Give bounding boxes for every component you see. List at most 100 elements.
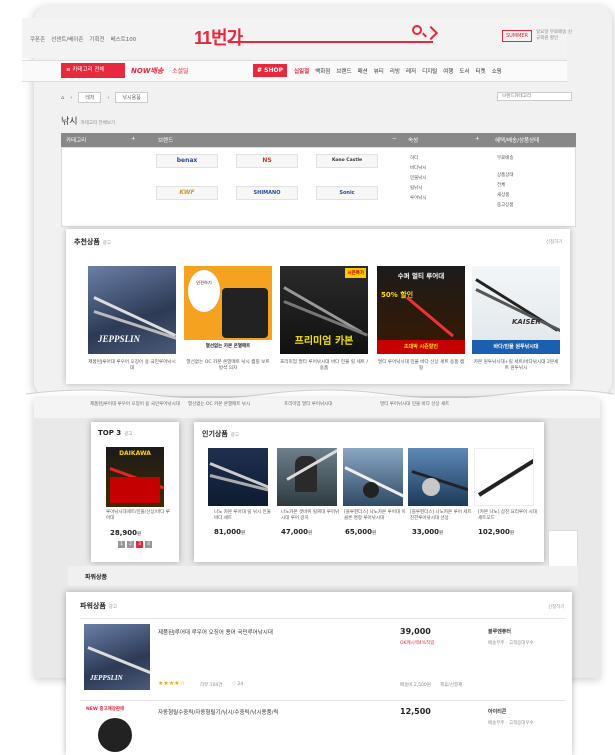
product-name[interactable]: 나노 카본 루어대 릴 낚시 민물 바다 세트 bbox=[214, 510, 276, 522]
attr-option[interactable]: 민물낚시 bbox=[410, 175, 427, 181]
nav-item[interactable]: 티켓 bbox=[476, 67, 486, 75]
nav-item[interactable]: 브랜드 bbox=[336, 67, 351, 75]
strip-product-name[interactable]: 프리미엄 멀티 루어낚시대 bbox=[284, 401, 332, 407]
nav-item[interactable]: 리빙 bbox=[390, 67, 400, 75]
product-image[interactable]: NEW 중고매장판매 bbox=[84, 704, 150, 755]
breadcrumb-level2[interactable]: 낚시용품 bbox=[115, 92, 148, 103]
brand-category-select[interactable]: 브랜드카테고리 bbox=[497, 92, 572, 101]
like-count[interactable]: ♡ 24 bbox=[232, 682, 243, 687]
page-subtitle[interactable]: 카테고리 전체보기 bbox=[81, 121, 116, 126]
filter-col-category[interactable]: 카테고리 bbox=[66, 136, 86, 144]
page-button[interactable]: 4 bbox=[145, 541, 152, 548]
product-image[interactable] bbox=[208, 448, 268, 506]
nav-item[interactable]: 십일절 bbox=[294, 67, 309, 75]
nav-item[interactable]: 레저 bbox=[406, 67, 416, 75]
nav-item[interactable]: 뷰티 bbox=[374, 67, 384, 75]
product-image[interactable]: DAIKAWA bbox=[106, 447, 164, 507]
strip-product-name[interactable]: 열선없는 OC 카본 온열매트 낚시 bbox=[188, 401, 250, 407]
currency: 원 bbox=[372, 531, 377, 536]
page-button[interactable]: 2 bbox=[127, 541, 134, 548]
benefit-option[interactable]: 무료배송 bbox=[497, 155, 514, 161]
product-image[interactable]: JEPPSLIN bbox=[84, 624, 150, 690]
ad-label: 광고 bbox=[230, 433, 240, 438]
recommended-title: 추천상품 광고 bbox=[74, 237, 111, 247]
brand-logo[interactable]: NS bbox=[236, 154, 298, 168]
social-deal-link[interactable]: 소셜딜 bbox=[172, 66, 189, 75]
apply-link[interactable]: 신청하기 bbox=[548, 604, 565, 610]
product-name[interactable]: 카본 원투낚시대+릴 세트/바다낚시대 2본세트 원투낚시 bbox=[472, 360, 560, 372]
brand-logo[interactable]: Sonic bbox=[316, 186, 378, 200]
product-image[interactable] bbox=[474, 448, 534, 506]
category-all-button[interactable]: ≡ 카테고리 전체 bbox=[61, 63, 125, 78]
brand-logo[interactable]: benax bbox=[156, 154, 218, 168]
nav-item[interactable]: 도서 bbox=[459, 67, 469, 75]
product-image[interactable]: 수퍼 멀티 루어대 50% 할인 초대박 시즌할인 bbox=[377, 266, 465, 354]
product-image[interactable]: KAISER 바다/민물 원투낚시대 bbox=[472, 266, 560, 354]
benefit-option[interactable]: 중고상품 bbox=[497, 202, 514, 208]
header-badge[interactable]: SUMMER bbox=[502, 30, 532, 42]
breadcrumb-sep: › bbox=[70, 94, 73, 101]
apply-link[interactable]: 신청하기 bbox=[546, 239, 563, 245]
search-input[interactable] bbox=[228, 33, 433, 43]
filter-add-icon[interactable]: + bbox=[475, 136, 480, 142]
product-name[interactable]: 루어낚시대세트/민물/선상/바다 루어대 bbox=[106, 510, 170, 522]
filter-col-benefit[interactable]: 혜택/배송/상품상태 bbox=[495, 136, 539, 144]
strip-product-name[interactable]: 제품된J루어대 루우어 오징어 용 국민루어낚시대 bbox=[90, 401, 180, 407]
nav-item[interactable]: 여행 bbox=[443, 67, 453, 75]
header-link[interactable]: 베스트100 bbox=[111, 35, 137, 43]
product-image[interactable] bbox=[277, 448, 337, 506]
filter-col-brand[interactable]: 브랜드 bbox=[158, 136, 173, 144]
header-link[interactable]: 선센트/베이존 bbox=[51, 35, 83, 43]
nav-item[interactable]: 백화점 bbox=[315, 67, 330, 75]
brand-logo[interactable]: SHIMANO bbox=[236, 186, 298, 200]
breadcrumb-level1[interactable]: 레저 bbox=[78, 92, 102, 103]
filter-add-icon[interactable]: + bbox=[131, 136, 136, 142]
product-image[interactable]: JEPPSLIN bbox=[88, 266, 176, 354]
home-icon[interactable]: ⌂ bbox=[61, 95, 64, 101]
search-icon[interactable] bbox=[412, 25, 422, 35]
product-name[interactable]: 멀티 루어낚시대 민물 바다 선상 세트 용품 캠핑 bbox=[377, 360, 465, 372]
nav-item[interactable]: 디지털 bbox=[422, 67, 437, 75]
page-title-text: 낚시 bbox=[61, 117, 78, 127]
product-name[interactable]: 자동형릴수중릭/자동형릴기/낚시/수중릭/낚시용품/릭 bbox=[158, 708, 279, 716]
product-name[interactable]: [블루펀더스] 나노카본 루어대 이클론 명랑 루어낚시대 bbox=[344, 510, 406, 522]
attr-option[interactable]: 하다 bbox=[410, 155, 418, 161]
product-image[interactable] bbox=[408, 448, 468, 506]
nav-item[interactable]: 쇼핑 bbox=[492, 67, 502, 75]
header-link[interactable]: 기획전 bbox=[89, 35, 104, 43]
attr-option[interactable]: 바다낚시 bbox=[410, 165, 427, 171]
product-image[interactable]: 시즌특가 프리미엄 카본 bbox=[280, 266, 368, 354]
shop-button[interactable]: # SHOP bbox=[253, 64, 287, 77]
strip-product-name[interactable]: 멀티 루어낚시대 민물 바다 선상 세트 bbox=[380, 401, 449, 407]
breadcrumb: ⌂ › 레저 › 낚시용품 bbox=[61, 92, 148, 103]
discount-text: OK캐시백4%적립 bbox=[400, 641, 435, 646]
nav-item[interactable]: 패션 bbox=[358, 67, 368, 75]
product-name[interactable]: [블루펀더스] 나노카본 루어 세트 진한루어낚시대 선상 bbox=[410, 510, 472, 522]
filter-collapse-icon[interactable]: − bbox=[392, 136, 397, 142]
brand-logo[interactable]: KWF bbox=[156, 186, 218, 200]
product-name[interactable]: 프리미엄 멀티 루어낚시대 바다 민물 릴 세트 /용품 bbox=[280, 360, 368, 372]
product-name[interactable]: 제품된J루어대 루우어 오징어 용 국민루어낚시대 bbox=[88, 360, 176, 372]
page-button[interactable]: 1 bbox=[118, 541, 125, 548]
attr-option[interactable]: 릴낚시 bbox=[410, 185, 422, 191]
filter-col-attr[interactable]: 속성 bbox=[408, 136, 418, 144]
brand-logo[interactable]: Kono Castle bbox=[316, 154, 378, 168]
attr-option[interactable]: 루어낚시 bbox=[410, 195, 427, 201]
now-delivery-link[interactable]: NOW배송 bbox=[131, 66, 163, 76]
seller-name[interactable]: 아이티콘 bbox=[488, 708, 506, 715]
benefit-option[interactable]: 새상품 bbox=[497, 192, 509, 198]
product-name[interactable]: 제품된J루어대 루우어 오징어 용어 국민루어낚시대 bbox=[158, 628, 273, 636]
seller-name[interactable]: 블루엔퓨터 bbox=[488, 628, 511, 635]
product-name[interactable]: [카본 나노] 삼진 요리루어 시대 세트모드 bbox=[478, 510, 540, 522]
benefit-option[interactable]: 전체 bbox=[497, 182, 505, 188]
shipping-fee: 배송비 2,500원 bbox=[400, 683, 431, 688]
product-name[interactable]: 나노카본 갯바위 릴찌대 루어낚시대 루어 갈치 bbox=[281, 510, 343, 522]
product-image[interactable] bbox=[343, 448, 403, 506]
header-link[interactable]: 쿠폰존 bbox=[30, 35, 45, 43]
product-name[interactable]: 열선없는 OC 카본 온열매트 낚시 캠핑 보트 방석 의자 bbox=[184, 360, 272, 372]
ad-label: 광고 bbox=[108, 605, 118, 610]
page-button[interactable]: 3 bbox=[136, 541, 143, 548]
product-image[interactable]: 인전하기 열선없는 카본 온열매트 bbox=[184, 266, 272, 354]
seller-info: 배송무주 · 고객응대우수 bbox=[488, 721, 534, 726]
review-count[interactable]: 리뷰 104건 bbox=[200, 682, 222, 688]
